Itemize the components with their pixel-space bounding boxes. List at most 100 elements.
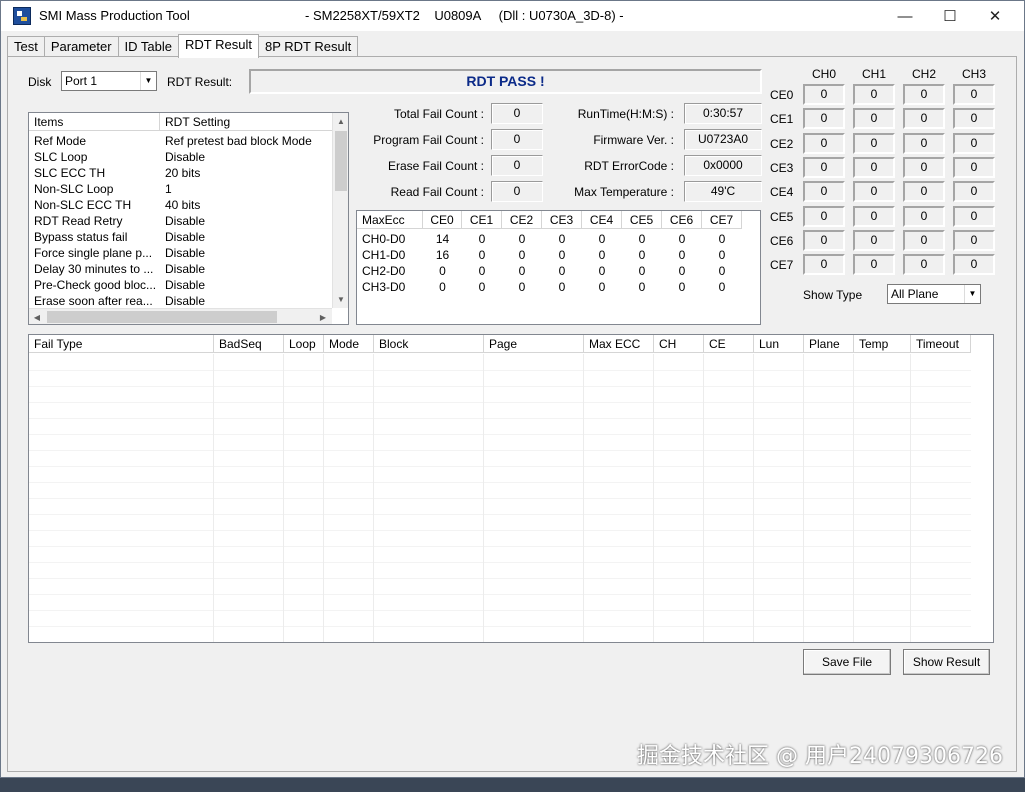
save-file-button[interactable]: Save File bbox=[803, 649, 891, 675]
maxecc-cell[interactable]: 0 bbox=[462, 263, 502, 279]
settings-item-name[interactable]: SLC ECC TH bbox=[34, 165, 158, 181]
maxecc-cell[interactable]: 0 bbox=[542, 263, 582, 279]
maxecc-cell[interactable]: 0 bbox=[502, 247, 542, 263]
settings-item-value[interactable]: Disable bbox=[165, 277, 331, 293]
show-result-button[interactable]: Show Result bbox=[903, 649, 990, 675]
settings-item-name[interactable]: Force single plane p... bbox=[34, 245, 158, 261]
scroll-right-icon[interactable]: ▶ bbox=[315, 309, 331, 324]
settings-header-items[interactable]: Items bbox=[29, 113, 160, 131]
scroll-left-icon[interactable]: ◀ bbox=[29, 309, 45, 324]
settings-item-name[interactable]: Non-SLC ECC TH bbox=[34, 197, 158, 213]
maxecc-cell[interactable]: 0 bbox=[662, 231, 702, 247]
maxecc-row-label[interactable]: CH3-D0 bbox=[362, 279, 422, 295]
maxecc-header-cell[interactable]: CE3 bbox=[542, 211, 582, 229]
tab-8p-rdt-result[interactable]: 8P RDT Result bbox=[257, 36, 359, 58]
fail-table-header-cell[interactable]: Temp bbox=[854, 335, 911, 353]
settings-item-value[interactable]: Disable bbox=[165, 245, 331, 261]
app-window: SMI Mass Production Tool - SM2258XT/59XT… bbox=[0, 0, 1025, 778]
maxecc-header-cell[interactable]: CE6 bbox=[662, 211, 702, 229]
maxecc-row-label[interactable]: CH2-D0 bbox=[362, 263, 422, 279]
show-type-select[interactable]: All Plane ▼ bbox=[887, 284, 981, 304]
settings-item-name[interactable]: Delay 30 minutes to ... bbox=[34, 261, 158, 277]
maxecc-header-cell[interactable]: CE2 bbox=[502, 211, 542, 229]
maxecc-header-cell[interactable]: MaxEcc bbox=[357, 211, 423, 229]
settings-item-name[interactable]: Pre-Check good bloc... bbox=[34, 277, 158, 293]
minimize-button[interactable]: — bbox=[882, 1, 928, 31]
fail-table[interactable]: Fail Type BadSeq Loop Mode Block Page Max ECC C… bbox=[28, 334, 994, 643]
maxecc-cell[interactable]: 0 bbox=[622, 263, 662, 279]
maxecc-cell[interactable]: 0 bbox=[702, 263, 742, 279]
maxecc-cell[interactable]: 0 bbox=[542, 231, 582, 247]
fail-table-header-cell[interactable]: Mode bbox=[324, 335, 374, 353]
fail-table-header-cell[interactable]: Fail Type bbox=[29, 335, 214, 353]
settings-item-value[interactable]: Disable bbox=[165, 261, 331, 277]
maxecc-row-label[interactable]: CH0-D0 bbox=[362, 231, 422, 247]
maximize-button[interactable]: ☐ bbox=[927, 1, 973, 31]
fail-table-header-cell[interactable]: Plane bbox=[804, 335, 854, 353]
maxecc-cell[interactable]: 0 bbox=[542, 247, 582, 263]
maxecc-cell[interactable]: 16 bbox=[423, 247, 462, 263]
maxecc-cell[interactable]: 0 bbox=[582, 263, 622, 279]
maxecc-cell[interactable]: 0 bbox=[502, 279, 542, 295]
scroll-down-icon[interactable]: ▼ bbox=[333, 291, 348, 307]
fail-table-header-cell[interactable]: Timeout bbox=[911, 335, 971, 353]
tab-id-table[interactable]: ID Table bbox=[117, 36, 180, 58]
maxecc-header-cell[interactable]: CE0 bbox=[423, 211, 462, 229]
maxecc-cell[interactable]: 0 bbox=[622, 279, 662, 295]
maxecc-cell[interactable]: 0 bbox=[582, 279, 622, 295]
maxecc-cell[interactable]: 0 bbox=[542, 279, 582, 295]
settings-item-name[interactable]: Erase soon after rea... bbox=[34, 293, 158, 309]
fail-table-header-cell[interactable]: CH bbox=[654, 335, 704, 353]
fail-table-header-cell[interactable]: Block bbox=[374, 335, 484, 353]
maxecc-header-cell[interactable]: CE1 bbox=[462, 211, 502, 229]
maxecc-cell[interactable]: 0 bbox=[462, 231, 502, 247]
ce-grid-channel-label: CH3 bbox=[961, 67, 986, 81]
maxecc-cell[interactable]: 0 bbox=[423, 279, 462, 295]
settings-item-value[interactable]: Disable bbox=[165, 293, 331, 309]
fail-table-header-cell[interactable]: CE bbox=[704, 335, 754, 353]
fail-table-header-cell[interactable]: BadSeq bbox=[214, 335, 284, 353]
fail-table-header-cell[interactable]: Max ECC bbox=[584, 335, 654, 353]
maxecc-cell[interactable]: 0 bbox=[502, 263, 542, 279]
fail-table-header-cell[interactable]: Page bbox=[484, 335, 584, 353]
maxecc-cell[interactable]: 0 bbox=[662, 247, 702, 263]
settings-item-name[interactable]: Non-SLC Loop bbox=[34, 181, 158, 197]
tab-test[interactable]: Test bbox=[7, 36, 45, 58]
ce-grid-cell: 0 bbox=[853, 132, 895, 154]
settings-item-value[interactable]: 40 bits bbox=[165, 197, 331, 213]
fail-table-header-cell[interactable]: Lun bbox=[754, 335, 804, 353]
maxecc-cell[interactable]: 0 bbox=[462, 279, 502, 295]
tab-parameter[interactable]: Parameter bbox=[43, 36, 119, 58]
settings-item-name[interactable]: SLC Loop bbox=[34, 149, 158, 165]
settings-item-value[interactable]: Disable bbox=[165, 213, 331, 229]
maxecc-cell[interactable]: 0 bbox=[702, 247, 742, 263]
settings-item-name[interactable]: Ref Mode bbox=[34, 133, 158, 149]
maxecc-cell[interactable]: 0 bbox=[622, 247, 662, 263]
maxecc-cell[interactable]: 0 bbox=[582, 231, 622, 247]
maxecc-cell[interactable]: 0 bbox=[622, 231, 662, 247]
maxecc-cell[interactable]: 0 bbox=[423, 263, 462, 279]
maxecc-cell[interactable]: 0 bbox=[662, 279, 702, 295]
settings-item-name[interactable]: Bypass status fail bbox=[34, 229, 158, 245]
disk-select[interactable]: Port 1 ▼ bbox=[61, 71, 157, 91]
close-button[interactable]: ✕ bbox=[972, 1, 1018, 31]
maxecc-cell[interactable]: 0 bbox=[462, 247, 502, 263]
settings-horizontal-scrollbar[interactable]: ◀ ▶ bbox=[29, 308, 332, 324]
maxecc-cell[interactable]: 0 bbox=[502, 231, 542, 247]
maxecc-cell[interactable]: 14 bbox=[423, 231, 462, 247]
settings-hscroll-thumb[interactable] bbox=[47, 311, 277, 323]
fail-table-header-cell[interactable]: Loop bbox=[284, 335, 324, 353]
maxecc-header-cell[interactable]: CE5 bbox=[622, 211, 662, 229]
maxecc-cell[interactable]: 0 bbox=[702, 231, 742, 247]
maxecc-row-label[interactable]: CH1-D0 bbox=[362, 247, 422, 263]
maxecc-table[interactable]: MaxEcc CE0 CE1 CE2 CE3 CE4 CE5 CE6 CE7 CH0-D0 14 0 0… bbox=[356, 210, 761, 325]
maxecc-header-cell[interactable]: CE4 bbox=[582, 211, 622, 229]
fail-table-row-line bbox=[29, 610, 971, 611]
settings-item-name[interactable]: RDT Read Retry bbox=[34, 213, 158, 229]
settings-item-value[interactable]: Disable bbox=[165, 229, 331, 245]
maxecc-cell[interactable]: 0 bbox=[702, 279, 742, 295]
maxecc-cell[interactable]: 0 bbox=[662, 263, 702, 279]
tab-rdt-result[interactable]: RDT Result bbox=[178, 34, 259, 58]
maxecc-cell[interactable]: 0 bbox=[582, 247, 622, 263]
maxecc-header-cell[interactable]: CE7 bbox=[702, 211, 742, 229]
